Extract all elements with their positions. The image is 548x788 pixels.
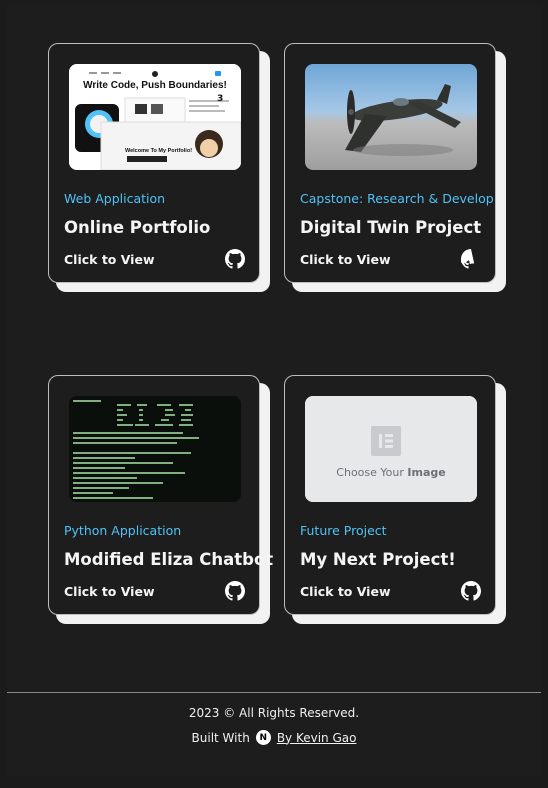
project-title: My Next Project! [300, 550, 456, 569]
portfolio-page: Write Code, Push Boundaries! 3 Welcome T… [7, 6, 541, 776]
click-to-view-link[interactable]: Click to View [300, 252, 391, 267]
project-title: Digital Twin Project [300, 218, 482, 237]
project-card-next-project[interactable]: Choose Your Image Future Project My Next… [284, 375, 506, 624]
copyright-text: 2023 © All Rights Reserved. [188, 706, 360, 720]
thumb-heading: Write Code, Push Boundaries! [83, 80, 227, 91]
project-category: Future Project [300, 523, 387, 538]
image-placeholder-icon [305, 396, 477, 502]
project-card-eliza-chatbot[interactable]: Python Application Modified Eliza Chatbo… [48, 375, 273, 624]
airplane-image-icon [345, 84, 461, 156]
project-card-digital-twin[interactable]: Capstone: Research & Develop Digital Twi… [284, 43, 506, 292]
project-card[interactable]: Choose Your Image Future Project My Next… [284, 375, 496, 615]
thumb-welcome: Welcome To My Portfolio! [125, 148, 193, 154]
project-thumbnail: Choose Your Image [305, 396, 477, 502]
placeholder-label: Choose Your Image [305, 466, 477, 479]
footer-divider [7, 692, 541, 693]
click-to-view-link[interactable]: Click to View [64, 584, 155, 599]
built-with-row: Built With N By Kevin Gao [7, 730, 541, 745]
project-category: Python Application [64, 523, 182, 538]
project-title: Online Portfolio [64, 218, 211, 237]
project-card-online-portfolio[interactable]: Write Code, Push Boundaries! 3 Welcome T… [48, 43, 270, 292]
project-title: Modified Eliza Chatbot [64, 550, 274, 569]
project-thumbnail [305, 64, 477, 170]
project-thumbnail: Write Code, Push Boundaries! 3 Welcome T… [69, 64, 241, 170]
project-card[interactable]: Capstone: Research & Develop Digital Twi… [284, 43, 496, 283]
built-with-label: Built With [191, 730, 250, 745]
click-to-view-link[interactable]: Click to View [64, 252, 155, 267]
placeholder-bold: Image [407, 466, 446, 479]
github-icon[interactable] [461, 581, 481, 601]
footer: 2023 © All Rights Reserved. Built With N… [7, 706, 541, 745]
project-category: Web Application [64, 191, 166, 206]
project-thumbnail [69, 396, 241, 502]
github-icon[interactable] [225, 581, 245, 601]
github-icon[interactable] [461, 249, 481, 269]
github-icon[interactable] [225, 249, 245, 269]
nextjs-logo-icon: N [255, 730, 271, 745]
project-card[interactable]: Write Code, Push Boundaries! 3 Welcome T… [48, 43, 260, 283]
project-category: Capstone: Research & Develop [300, 191, 494, 206]
terminal-screenshot-icon [69, 396, 241, 502]
thumb-stat: 3 [217, 94, 224, 104]
placeholder-prefix: Choose Your [336, 466, 408, 479]
project-card[interactable]: Python Application Modified Eliza Chatbo… [48, 375, 273, 615]
click-to-view-link[interactable]: Click to View [300, 584, 391, 599]
author-link[interactable]: By Kevin Gao [277, 731, 357, 745]
